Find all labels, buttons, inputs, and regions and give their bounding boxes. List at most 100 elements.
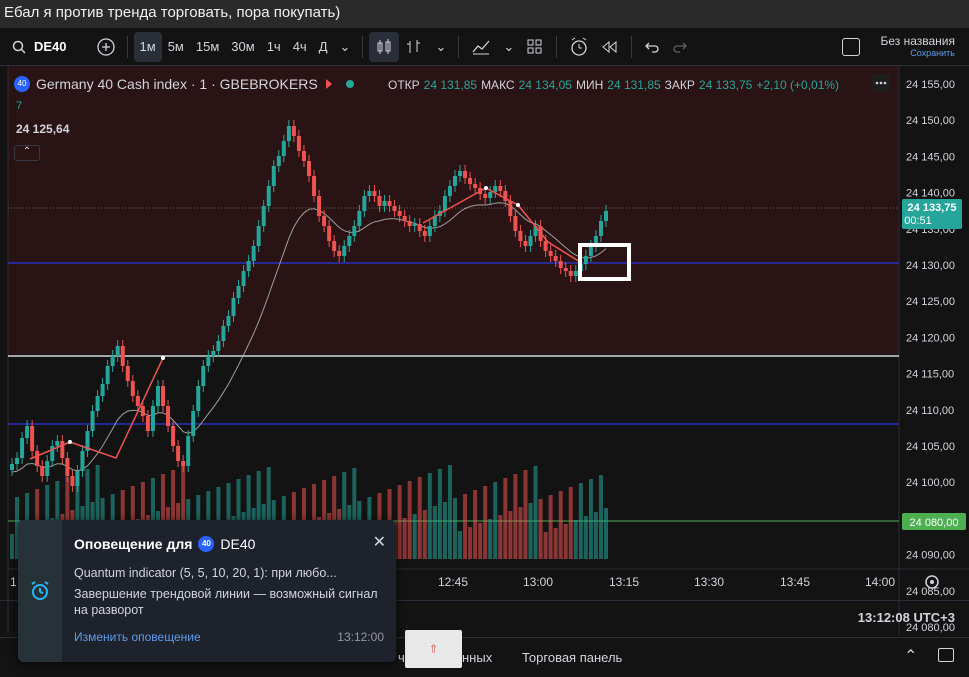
candle-body [120, 346, 125, 366]
layout-name-block[interactable]: Без названия Сохранить [866, 35, 969, 59]
volume-bar [458, 531, 463, 559]
candle-body [65, 458, 70, 476]
candle-body [528, 236, 533, 246]
timeframe-4h[interactable]: 4ч [287, 32, 313, 62]
timeframe-1h[interactable]: 1ч [261, 32, 287, 62]
volume-bar [417, 477, 422, 559]
chart-legend[interactable]: 40 Germany 40 Cash index · 1 · GBEBROKER… [14, 76, 354, 92]
close-icon[interactable]: ✕ [373, 532, 386, 552]
candle-body [442, 196, 447, 211]
chevron-down-icon[interactable]: ⌄ [334, 32, 357, 62]
layout-checkbox[interactable] [836, 32, 866, 62]
candle-body [196, 386, 201, 411]
open-value: 24 131,85 [423, 78, 478, 92]
price-tick-label: 24 155,00 [906, 79, 955, 91]
price-tick-label: 24 090,00 [906, 550, 955, 562]
candle-body [468, 178, 473, 184]
redo-icon[interactable] [666, 32, 694, 62]
price-axis[interactable]: 24 155,00 24 150,00 24 145,00 24 140,00 24 1… [906, 79, 955, 670]
price-tick-label: 24 125,00 [906, 296, 955, 308]
tab-data[interactable]: нных [462, 650, 492, 665]
more-menu-icon[interactable] [872, 74, 890, 92]
countdown-label: 00:51 [904, 215, 932, 227]
alert-toast[interactable]: Оповещение для 40 DE40 ✕ Quantum indicat… [18, 520, 396, 662]
candle-body [382, 201, 387, 206]
tab-trading-panel[interactable]: Торговая панель [522, 650, 622, 665]
timeframe-15m[interactable]: 15м [190, 32, 225, 62]
alert-clock-icon[interactable] [563, 32, 595, 62]
candle-body [281, 141, 286, 156]
candle-body [463, 171, 468, 178]
ohlc-values: ОТКР 24 131,85 МАКС 24 134,05 МИН 24 131,85… [388, 78, 839, 92]
volume-bar [588, 479, 593, 559]
volume-bar [473, 490, 478, 559]
flag-icon[interactable] [325, 79, 332, 89]
pivot-dot [484, 186, 488, 190]
candle-body [130, 381, 135, 396]
candle-body [191, 411, 196, 436]
price-tick-label: 24 145,00 [906, 151, 955, 163]
volume-bar [528, 503, 533, 559]
alert-side [18, 520, 62, 662]
undo-icon[interactable] [638, 32, 666, 62]
volume-bar [508, 511, 513, 559]
volume-bar [10, 534, 14, 559]
candle-body [261, 206, 266, 226]
time-tick-label: 12:45 [438, 575, 468, 589]
replay-icon[interactable] [595, 32, 625, 62]
candle-body [145, 416, 150, 431]
indicator-value: 24 125,64 [16, 122, 70, 136]
green-level-label: 24 080,00 [910, 517, 959, 529]
candle-body [518, 231, 523, 241]
candles-icon[interactable] [369, 31, 400, 62]
volume-bar [503, 478, 508, 559]
maximize-icon[interactable] [938, 648, 954, 662]
candle-body [352, 226, 357, 236]
scroll-up-icon[interactable]: ⇑ [405, 630, 462, 668]
symbol-title: Germany 40 Cash index · 1 · GBEBROKERS [36, 76, 318, 92]
symbol-search[interactable]: DE40 [32, 32, 73, 62]
bars-icon[interactable] [399, 32, 429, 62]
templates-icon[interactable] [520, 32, 550, 62]
volume-bar [573, 520, 578, 559]
time-axis[interactable]: 12:45 13:00 13:15 13:30 13:45 14:00 [438, 575, 895, 589]
timeframe-5m[interactable]: 5м [162, 32, 190, 62]
alert-message: Завершение трендовой линии — возможный с… [74, 587, 378, 617]
volume-bar [483, 486, 488, 559]
candle-body [95, 396, 100, 411]
candle-body [55, 441, 60, 446]
candle-body [221, 326, 226, 341]
timeframe-30m[interactable]: 30м [225, 32, 260, 62]
candle-body [10, 464, 14, 470]
volume-bar [513, 474, 518, 559]
indicators-icon[interactable] [465, 32, 497, 62]
candle-body [155, 386, 160, 406]
chevron-up-icon[interactable]: ⌃ [904, 646, 917, 666]
candle-body [100, 384, 105, 396]
volume-bar [548, 495, 553, 559]
clock[interactable]: 13:12:08 UTC+3 [858, 610, 955, 625]
timeframe-d[interactable]: Д [313, 32, 334, 62]
volume-bar [583, 516, 588, 559]
tab-fragment[interactable]: ч [398, 650, 405, 665]
collapse-legend-button[interactable]: ⌃ [14, 145, 40, 161]
compare-add-icon[interactable] [91, 32, 121, 62]
candle-body [548, 251, 553, 256]
volume-bar [593, 512, 598, 559]
chevron-down-icon[interactable]: ⌄ [497, 32, 520, 62]
candle-body [70, 476, 75, 486]
chevron-down-icon[interactable]: ⌄ [429, 32, 452, 62]
search-icon[interactable] [0, 32, 32, 62]
candle-body [493, 186, 498, 192]
candle-body [412, 224, 417, 226]
candle-body [523, 241, 528, 246]
timeframe-1m[interactable]: 1м [133, 31, 162, 62]
volume-bar [402, 518, 407, 559]
time-tick-label: 13:45 [780, 575, 810, 589]
edit-alert-link[interactable]: Изменить оповещение [74, 630, 201, 644]
trendline-left [69, 357, 164, 459]
save-link[interactable]: Сохранить [910, 47, 955, 59]
candle-body [301, 151, 306, 161]
candle-body [276, 156, 281, 166]
alert-symbol: DE40 [220, 536, 256, 552]
